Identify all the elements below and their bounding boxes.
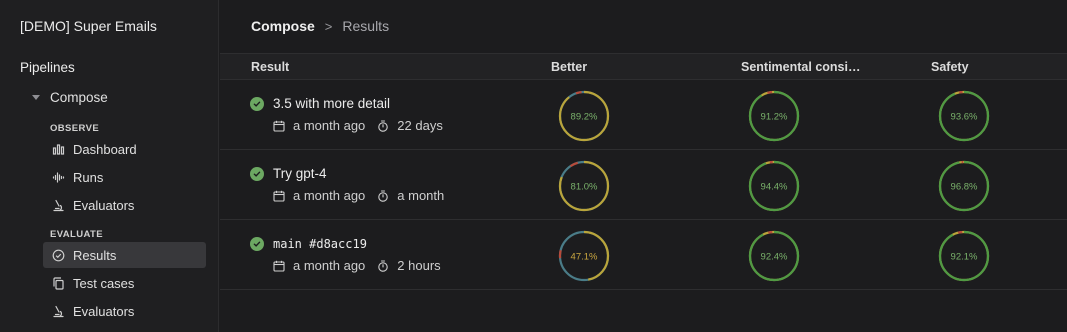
calendar-icon <box>273 260 285 272</box>
result-name[interactable]: main #d8acc19 <box>273 237 367 251</box>
gauge-label: 96.8% <box>951 182 978 193</box>
pipeline-label: Compose <box>50 90 108 105</box>
gauge-label: 47.1% <box>571 252 598 263</box>
gauge-label: 91.2% <box>761 112 788 123</box>
gauge-label: 81.0% <box>571 182 598 193</box>
table-row[interactable]: main #d8acc19 a month ago 2 hours 47.1% 92.4… <box>220 220 1067 290</box>
main-content: Compose > Results Result Better Sentimen… <box>220 0 1067 332</box>
gauge-label: 93.6% <box>951 112 978 123</box>
column-header-result[interactable]: Result <box>251 60 289 74</box>
copy-icon <box>51 276 65 290</box>
microscope-icon <box>51 198 65 212</box>
pipeline-compose[interactable]: Compose <box>32 90 108 105</box>
breadcrumb-separator: > <box>324 18 333 34</box>
stopwatch-icon <box>377 259 389 272</box>
result-meta: a month ago 2 hours <box>273 258 441 273</box>
group-label-evaluate: EVALUATE <box>50 229 103 240</box>
sidebar-item-label: Runs <box>73 169 104 185</box>
created-time: a month ago <box>293 258 366 273</box>
score-gauge[interactable]: 93.6% <box>938 90 990 142</box>
score-gauge[interactable]: 91.2% <box>748 90 800 142</box>
score-gauge[interactable]: 81.0% <box>558 160 610 212</box>
table-row[interactable]: 3.5 with more detail a month ago 22 days 89… <box>220 80 1067 150</box>
gauge-label: 92.1% <box>951 252 978 263</box>
sidebar-item-test-cases[interactable]: Test cases <box>43 270 206 296</box>
score-gauge[interactable]: 47.1% <box>558 230 610 282</box>
column-header-safety[interactable]: Safety <box>931 60 969 74</box>
sidebar-item-dashboard[interactable]: Dashboard <box>43 136 206 162</box>
duration: 2 hours <box>397 258 441 273</box>
calendar-icon <box>273 190 285 202</box>
sidebar-item-label: Evaluators <box>73 303 135 319</box>
check-circle-icon <box>250 97 264 111</box>
sidebar-item-label: Results <box>73 247 117 263</box>
gauge-label: 92.4% <box>761 252 788 263</box>
result-name[interactable]: 3.5 with more detail <box>273 96 390 111</box>
breadcrumb-results: Results <box>342 18 390 34</box>
sidebar-item-evaluators-evaluate[interactable]: Evaluators <box>43 298 206 324</box>
pipelines-heading: Pipelines <box>20 60 75 75</box>
duration: a month <box>397 188 445 203</box>
column-header-better[interactable]: Better <box>551 60 587 74</box>
gauge-label: 89.2% <box>571 112 598 123</box>
sidebar-item-evaluators-observe[interactable]: Evaluators <box>43 192 206 218</box>
gauge-label: 94.4% <box>761 182 788 193</box>
column-header-sentimental-consistency[interactable]: Sentimental consi… <box>741 60 860 74</box>
breadcrumb-compose[interactable]: Compose <box>251 18 315 34</box>
table-row[interactable]: Try gpt-4 a month ago a month 81.0% 94.4% 96.… <box>220 150 1067 220</box>
result-meta: a month ago 22 days <box>273 118 443 133</box>
group-label-observe: OBSERVE <box>50 123 100 134</box>
caret-down-icon[interactable] <box>32 95 40 100</box>
duration: 22 days <box>397 118 443 133</box>
sidebar-item-results[interactable]: Results <box>43 242 206 268</box>
score-gauge[interactable]: 96.8% <box>938 160 990 212</box>
sidebar-item-runs[interactable]: Runs <box>43 164 206 190</box>
created-time: a month ago <box>293 188 366 203</box>
sidebar: [DEMO] Super Emails Pipelines Compose OB… <box>0 0 219 332</box>
table-header: Result Better Sentimental consi… Safety <box>220 53 1067 80</box>
check-circle-icon <box>51 248 65 262</box>
check-circle-icon <box>250 237 264 251</box>
bar-chart-icon <box>51 142 65 156</box>
calendar-icon <box>273 120 285 132</box>
sidebar-item-label: Test cases <box>73 275 135 291</box>
stopwatch-icon <box>377 119 389 132</box>
org-name[interactable]: [DEMO] Super Emails <box>20 18 157 34</box>
score-gauge[interactable]: 89.2% <box>558 90 610 142</box>
score-gauge[interactable]: 94.4% <box>748 160 800 212</box>
waveform-icon <box>51 170 65 184</box>
check-circle-icon <box>250 167 264 181</box>
score-gauge[interactable]: 92.1% <box>938 230 990 282</box>
sidebar-item-label: Dashboard <box>73 141 137 157</box>
microscope-icon <box>51 304 65 318</box>
breadcrumb: Compose > Results <box>251 18 389 34</box>
score-gauge[interactable]: 92.4% <box>748 230 800 282</box>
stopwatch-icon <box>377 189 389 202</box>
result-meta: a month ago a month <box>273 188 444 203</box>
created-time: a month ago <box>293 118 366 133</box>
result-name[interactable]: Try gpt-4 <box>273 166 327 181</box>
sidebar-item-label: Evaluators <box>73 197 135 213</box>
